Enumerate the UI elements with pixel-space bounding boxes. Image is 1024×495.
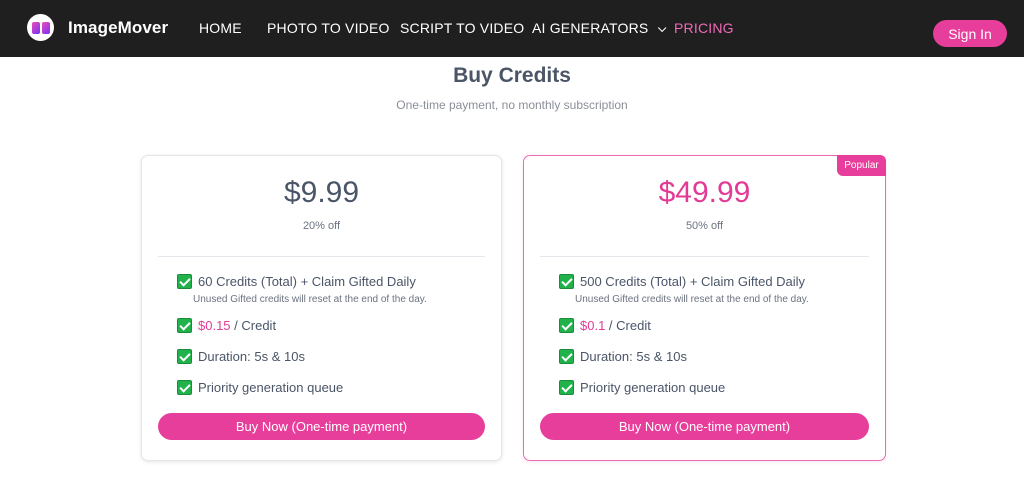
nav-ai-generators[interactable]: AI GENERATORS: [532, 20, 667, 36]
feature-credits-label: 500 Credits (Total) + Claim Gifted Daily: [580, 274, 806, 289]
feature-queue: Priority generation queue: [559, 380, 725, 395]
brand-name[interactable]: ImageMover: [68, 18, 168, 38]
plan-price: $49.99: [658, 176, 751, 209]
check-box-icon: [177, 274, 192, 289]
feature-per-credit: $0.15 / Credit: [177, 318, 276, 333]
feature-duration-label: Duration: 5s & 10s: [580, 349, 687, 364]
feature-credits-note: Unused Gifted credits will reset at the …: [575, 294, 809, 305]
page-title: Buy Credits: [453, 64, 571, 87]
nav-script-to-video[interactable]: SCRIPT TO VIDEO: [400, 20, 524, 36]
page-subtitle: One-time payment, no monthly subscriptio…: [396, 98, 628, 112]
feature-credits-note: Unused Gifted credits will reset at the …: [193, 294, 427, 305]
per-credit-suffix: / Credit: [605, 318, 651, 333]
plan-card-popular: Popular $49.99 50% off 500 Credits (Tota…: [523, 155, 886, 461]
feature-credits: 500 Credits (Total) + Claim Gifted Daily: [559, 274, 805, 289]
feature-queue-label: Priority generation queue: [198, 380, 344, 395]
plan-card-basic: $9.99 20% off 60 Credits (Total) + Claim…: [141, 155, 502, 461]
nav-pricing[interactable]: PRICING: [674, 20, 734, 36]
check-box-icon: [559, 274, 574, 289]
check-box-icon: [177, 318, 192, 333]
chevron-down-icon: [658, 23, 667, 33]
buy-now-button[interactable]: Buy Now (One-time payment): [540, 413, 869, 440]
sign-in-button[interactable]: Sign In: [933, 20, 1007, 47]
imagemover-logo-icon[interactable]: [27, 14, 54, 41]
feature-duration: Duration: 5s & 10s: [559, 349, 687, 364]
nav-ai-generators-label: AI GENERATORS: [532, 20, 649, 36]
check-box-icon: [559, 349, 574, 364]
check-box-icon: [559, 318, 574, 333]
nav-home[interactable]: HOME: [199, 20, 242, 36]
feature-per-credit: $0.1 / Credit: [559, 318, 651, 333]
divider: [158, 256, 485, 257]
buy-now-button[interactable]: Buy Now (One-time payment): [158, 413, 485, 440]
plan-price: $9.99: [283, 176, 360, 209]
per-credit-suffix: / Credit: [230, 318, 277, 333]
nav-photo-to-video[interactable]: PHOTO TO VIDEO: [267, 20, 390, 36]
divider: [540, 256, 869, 257]
feature-credits-label: 60 Credits (Total) + Claim Gifted Daily: [198, 274, 416, 289]
feature-duration-label: Duration: 5s & 10s: [198, 349, 305, 364]
feature-queue: Priority generation queue: [177, 380, 343, 395]
per-credit-price: $0.15: [198, 318, 231, 333]
feature-duration: Duration: 5s & 10s: [177, 349, 305, 364]
top-nav: ImageMover HOME PHOTO TO VIDEO SCRIPT TO…: [0, 0, 1024, 57]
feature-queue-label: Priority generation queue: [580, 380, 726, 395]
feature-credits: 60 Credits (Total) + Claim Gifted Daily: [177, 274, 416, 289]
plan-discount: 20% off: [302, 220, 341, 232]
popular-badge: Popular: [837, 155, 886, 176]
check-box-icon: [177, 349, 192, 364]
plan-discount: 50% off: [685, 220, 724, 232]
check-box-icon: [177, 380, 192, 395]
check-box-icon: [559, 380, 574, 395]
per-credit-price: $0.1: [580, 318, 606, 333]
